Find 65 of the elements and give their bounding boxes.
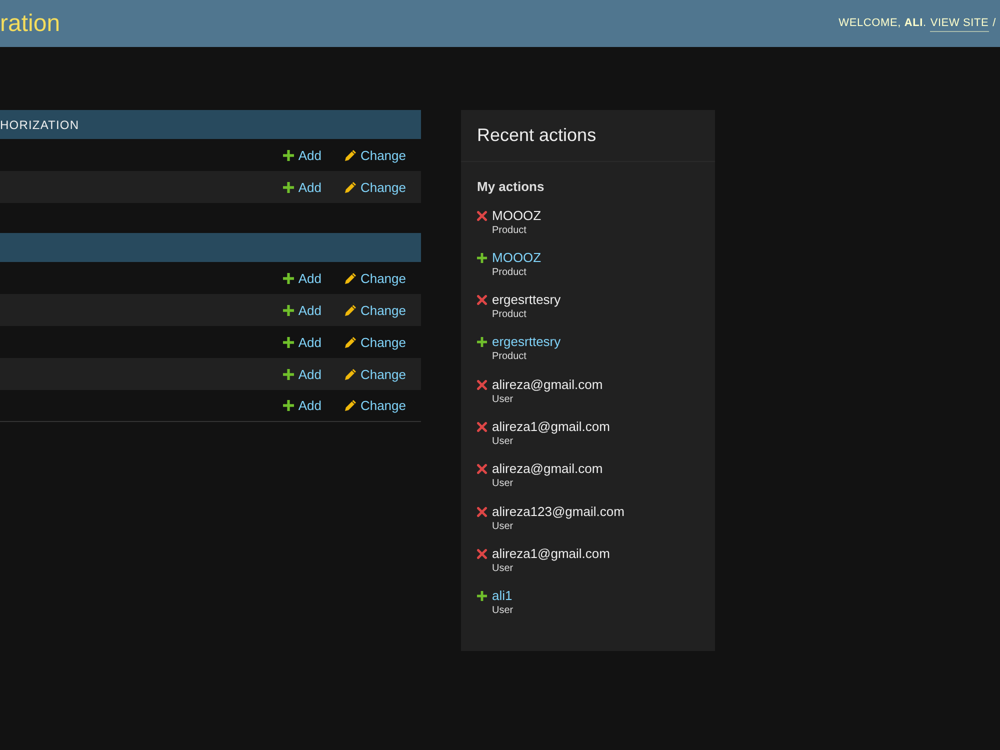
plus-icon bbox=[477, 252, 487, 263]
add-link[interactable]: Add bbox=[283, 368, 322, 380]
module-caption: HORIZATION bbox=[0, 118, 80, 130]
action-object-type: User bbox=[492, 434, 514, 449]
change-link[interactable]: Change bbox=[345, 399, 406, 412]
pencil-icon bbox=[345, 400, 356, 411]
action-object-name: alireza123@gmail.com bbox=[492, 502, 624, 520]
add-link[interactable]: Add bbox=[283, 180, 322, 194]
action-object-type: User bbox=[492, 520, 514, 534]
action-object-name: ergesrttesry bbox=[492, 291, 561, 308]
change-link[interactable]: Change bbox=[345, 304, 406, 316]
separator-text: / bbox=[992, 16, 996, 32]
delete-icon bbox=[477, 464, 487, 474]
panel-subtitle: My actions bbox=[476, 178, 546, 196]
action-object-type: User bbox=[492, 392, 514, 407]
plus-icon bbox=[283, 272, 294, 284]
change-link[interactable]: Change bbox=[345, 272, 406, 284]
plus-icon bbox=[283, 304, 294, 316]
pencil-icon bbox=[345, 368, 356, 380]
plus-icon bbox=[283, 150, 294, 160]
add-link[interactable]: Add bbox=[283, 304, 322, 316]
plus-icon bbox=[477, 337, 487, 348]
delete-icon bbox=[477, 548, 487, 559]
action-object-name: alireza1@gmail.com bbox=[492, 418, 610, 435]
add-link[interactable]: Add bbox=[283, 336, 322, 348]
welcome-text: WELCOME, ALI. bbox=[838, 16, 926, 32]
add-link[interactable]: Add bbox=[283, 272, 322, 284]
delete-icon bbox=[477, 210, 487, 220]
action-object-link[interactable]: MOOOZ bbox=[492, 248, 542, 266]
change-link[interactable]: Change bbox=[345, 180, 406, 194]
change-link[interactable]: Change bbox=[345, 336, 406, 348]
action-object-link[interactable]: ergesrttesry bbox=[492, 333, 561, 350]
view-site-link[interactable]: VIEW SITE bbox=[930, 14, 989, 32]
pencil-icon bbox=[345, 336, 356, 348]
action-object-name: alireza@gmail.com bbox=[492, 376, 603, 393]
plus-icon bbox=[283, 368, 294, 380]
add-link[interactable]: Add bbox=[283, 148, 322, 162]
action-object-name: MOOOZ bbox=[492, 206, 542, 224]
add-link[interactable]: Add bbox=[283, 399, 322, 412]
action-object-type: Product bbox=[492, 350, 526, 364]
plus-icon bbox=[283, 400, 294, 411]
change-link[interactable]: Change bbox=[345, 368, 406, 380]
action-object-type: Product bbox=[492, 266, 526, 280]
pencil-icon bbox=[345, 304, 356, 316]
pencil-icon bbox=[345, 150, 356, 160]
plus-icon bbox=[283, 336, 294, 348]
delete-icon bbox=[477, 295, 487, 306]
pencil-icon bbox=[345, 272, 356, 284]
site-title: ration bbox=[0, 12, 60, 36]
action-object-name: alireza1@gmail.com bbox=[492, 544, 610, 562]
delete-icon bbox=[477, 422, 487, 432]
plus-icon bbox=[283, 182, 294, 192]
action-object-name: alireza@gmail.com bbox=[492, 460, 603, 478]
pencil-icon bbox=[345, 182, 356, 192]
plus-icon bbox=[477, 591, 487, 602]
delete-icon bbox=[477, 506, 487, 517]
delete-icon bbox=[477, 380, 487, 390]
action-object-type: Product bbox=[492, 224, 526, 238]
action-object-type: User bbox=[492, 562, 514, 576]
change-link[interactable]: Change bbox=[345, 148, 406, 162]
panel-title: Recent actions bbox=[461, 110, 715, 162]
action-object-type: User bbox=[492, 477, 514, 492]
action-object-type: User bbox=[492, 604, 514, 618]
action-object-link[interactable]: ali1 bbox=[492, 587, 512, 604]
action-object-type: Product bbox=[492, 308, 526, 322]
